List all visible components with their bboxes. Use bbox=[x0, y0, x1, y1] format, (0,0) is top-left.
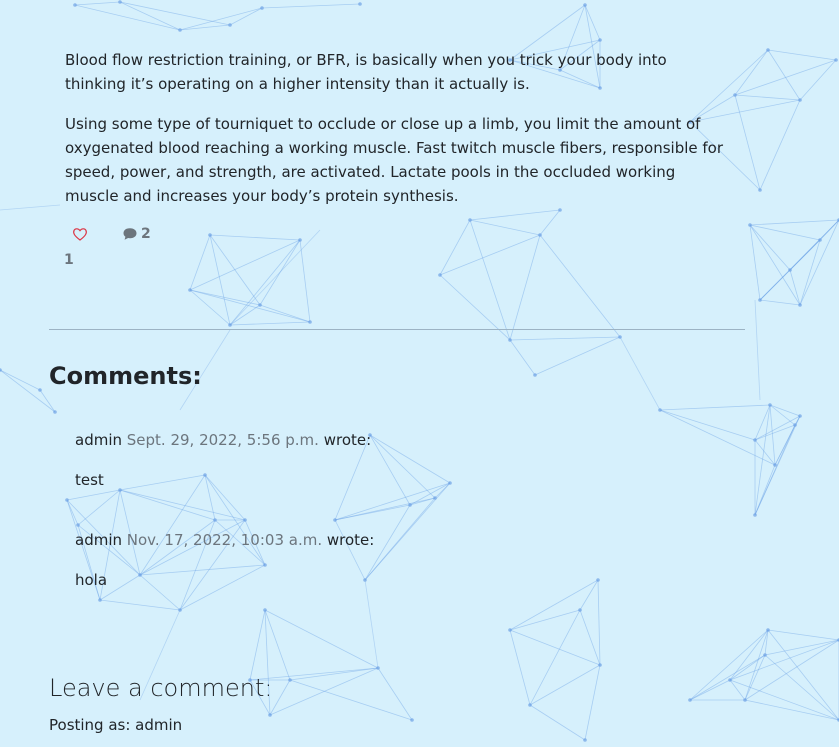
post-detail-page: Blood flow restriction training, or BFR,… bbox=[0, 0, 839, 747]
comment-meta: admin Nov. 17, 2022, 10:03 a.m. wrote: bbox=[75, 531, 374, 549]
comment-meta: admin Sept. 29, 2022, 5:56 p.m. wrote: bbox=[75, 431, 371, 449]
comment-author: admin bbox=[75, 531, 122, 549]
comment-body: hola bbox=[75, 571, 108, 589]
speech-bubble-icon[interactable] bbox=[122, 226, 138, 242]
comment-count: 2 bbox=[141, 226, 151, 242]
comments-heading: Comments: bbox=[49, 362, 202, 390]
posting-as-label: Posting as: admin bbox=[49, 716, 183, 734]
comment-wrote-label: wrote: bbox=[326, 531, 375, 549]
like-count: 1 bbox=[64, 252, 74, 268]
comment-date: Nov. 17, 2022, 10:03 a.m. bbox=[126, 531, 323, 549]
comment-body: test bbox=[75, 471, 104, 489]
leave-comment-heading: Leave a comment: bbox=[49, 674, 273, 702]
comment-date: Sept. 29, 2022, 5:56 p.m. bbox=[126, 431, 319, 449]
comment-author: admin bbox=[75, 431, 122, 449]
heart-icon[interactable] bbox=[72, 226, 88, 242]
post-paragraph: Blood flow restriction training, or BFR,… bbox=[65, 51, 667, 93]
comment-wrote-label: wrote: bbox=[323, 431, 372, 449]
section-divider bbox=[49, 329, 745, 330]
post-paragraph: Using some type of tourniquet to occlude… bbox=[65, 115, 724, 205]
